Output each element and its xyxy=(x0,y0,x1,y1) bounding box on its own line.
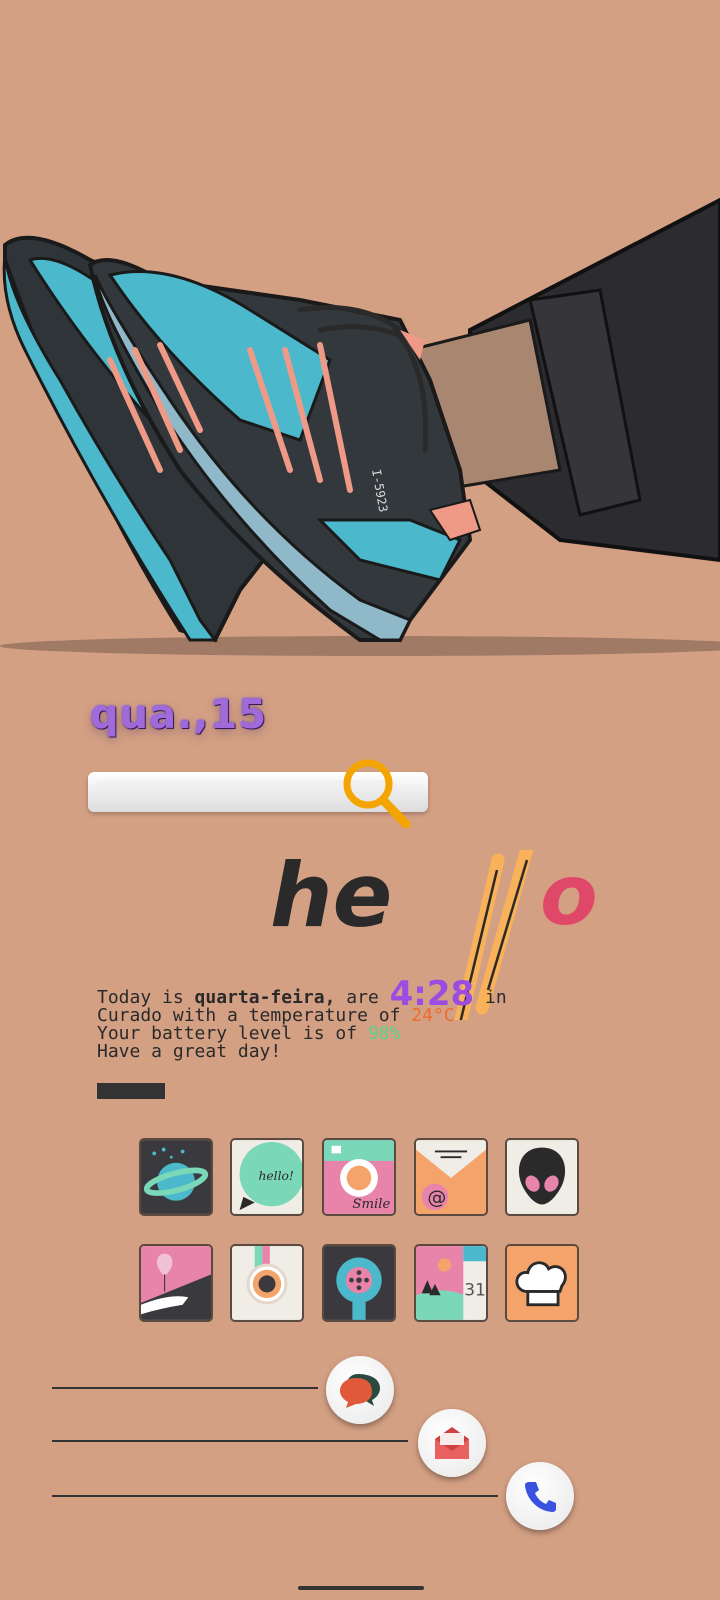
chat-bubbles-icon xyxy=(340,1374,380,1408)
info-text-widget: Today is quarta-feira, are 4:28 in Curad… xyxy=(97,977,507,1062)
phone-icon xyxy=(525,1482,556,1512)
email-button[interactable] xyxy=(418,1409,486,1477)
search-bar[interactable] xyxy=(88,759,428,829)
dock-line-2 xyxy=(52,1440,408,1442)
calendar-landscape-icon: 31 xyxy=(416,1246,486,1320)
calendar-day-text: 31 xyxy=(464,1280,486,1300)
hello-letters: he xyxy=(270,850,392,947)
app-planet[interactable] xyxy=(139,1138,213,1216)
app-instant-camera[interactable] xyxy=(230,1244,304,1322)
hello-chat-text: hello! xyxy=(258,1169,293,1183)
app-mail[interactable]: @ xyxy=(414,1138,488,1216)
smile-text: Smile xyxy=(352,1197,390,1212)
decorative-bar xyxy=(97,1083,165,1099)
info-line-1: Today is quarta-feira, are 4:28 in xyxy=(97,977,507,1011)
envelope-icon xyxy=(435,1427,469,1459)
search-icon[interactable] xyxy=(336,754,416,834)
wallpaper-sneakers: I-5923 xyxy=(0,0,720,660)
dock-line-3 xyxy=(52,1495,498,1497)
date-widget[interactable]: qua.,15 xyxy=(90,692,267,738)
hello-tail: o xyxy=(540,850,598,944)
info-in-label: in xyxy=(474,987,507,1008)
mail-at-text: @ xyxy=(427,1186,446,1208)
home-indicator[interactable] xyxy=(298,1586,424,1590)
app-balloon[interactable] xyxy=(139,1244,213,1322)
smile-camera-icon: Smile xyxy=(324,1140,394,1214)
app-chef[interactable] xyxy=(505,1244,579,1322)
app-alien[interactable] xyxy=(505,1138,579,1216)
app-calendar[interactable]: 31 xyxy=(414,1244,488,1322)
app-hello-chat[interactable]: hello! xyxy=(230,1138,304,1216)
phone-button[interactable] xyxy=(506,1462,574,1530)
temperature-value: 24°C xyxy=(411,1005,455,1026)
app-hairdryer[interactable] xyxy=(322,1244,396,1322)
chef-hat-icon xyxy=(507,1246,577,1320)
battery-value: 98% xyxy=(367,1023,401,1044)
hairdryer-icon xyxy=(324,1246,394,1320)
hello-chat-icon: hello! xyxy=(232,1140,302,1214)
messages-button[interactable] xyxy=(326,1356,394,1424)
dock-line-1 xyxy=(52,1387,318,1389)
info-line-4: Have a great day! xyxy=(97,1041,282,1062)
instant-camera-icon xyxy=(232,1246,302,1320)
balloon-icon xyxy=(141,1246,211,1320)
app-smile-camera[interactable]: Smile xyxy=(322,1138,396,1216)
mail-at-icon: @ xyxy=(416,1140,486,1214)
planet-icon xyxy=(141,1140,211,1214)
alien-icon xyxy=(507,1140,577,1214)
